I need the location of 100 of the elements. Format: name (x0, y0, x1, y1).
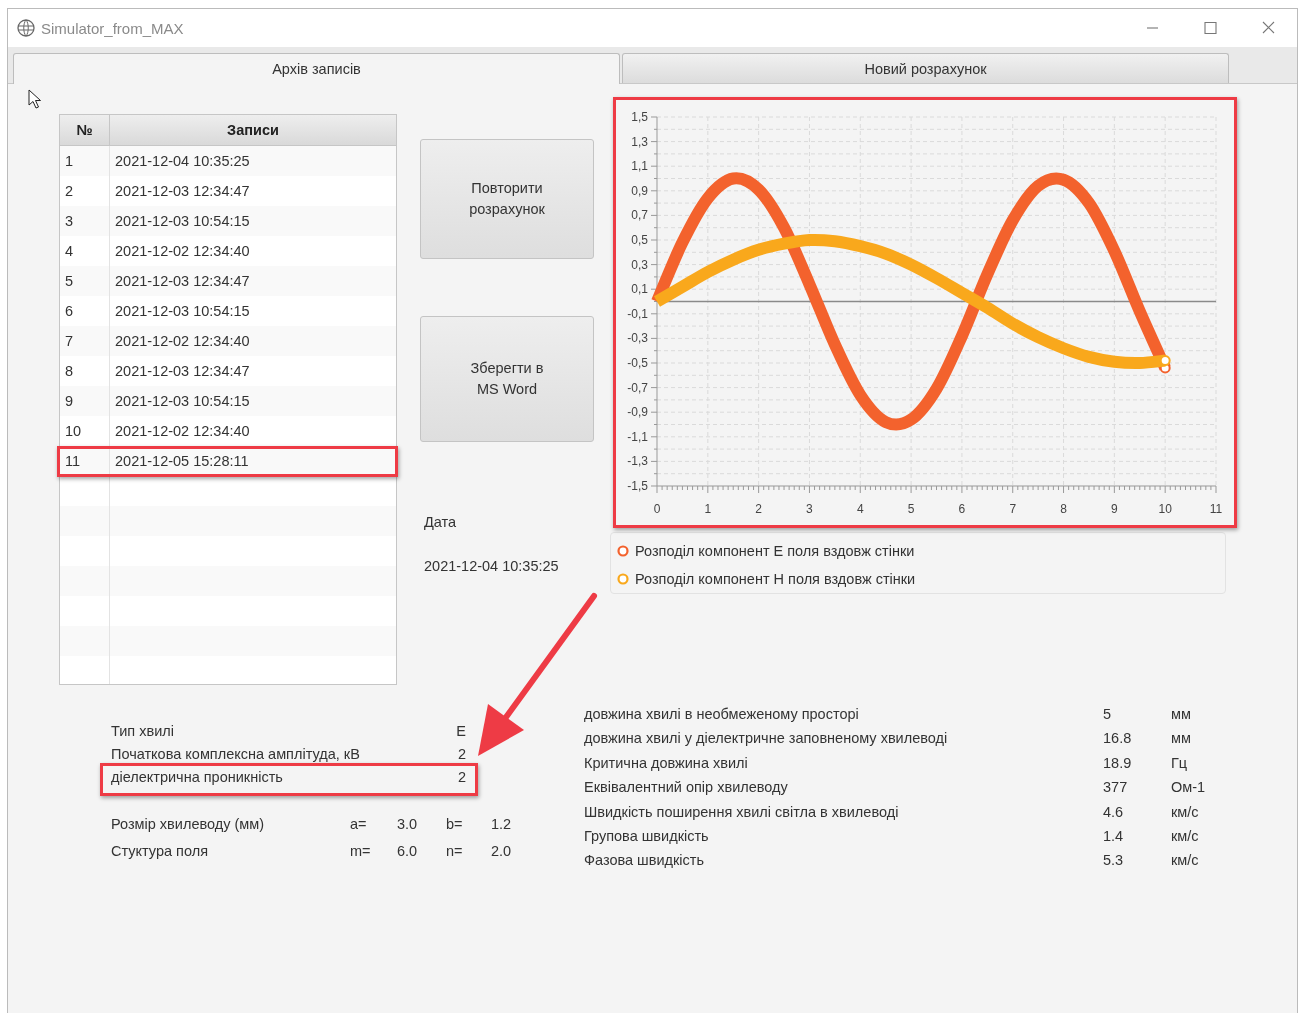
parameter-label: Тип хвилі (111, 722, 174, 741)
tab[interactable]: Архів записів (13, 53, 620, 84)
parameter-value: 1.2 (491, 815, 513, 834)
table-cell: 2021-12-03 10:54:15 (115, 213, 250, 229)
tick-label: 4 (856, 502, 864, 516)
save-button[interactable]: Зберегти в MS Word (420, 316, 594, 442)
table-cell: 2021-12-03 10:54:15 (115, 303, 250, 319)
tick-label: 0,7 (631, 208, 648, 223)
tick-label: 2 (755, 502, 762, 516)
parameter-value: 2 (457, 745, 466, 764)
table-cell: 2021-12-02 12:34:40 (115, 423, 250, 439)
tick-label: -0,1 (627, 306, 648, 321)
parameter-value: 2 (457, 768, 466, 787)
parameter-label: Розмір хвилеводу (мм) (111, 815, 266, 834)
unit-label: Ом-1 (1171, 778, 1206, 798)
result-label: довжина хвилі у діелектричне заповненому хвилеводі (584, 729, 949, 749)
tick-label: 0 (653, 502, 661, 516)
unit-label: мм (1171, 705, 1192, 724)
result-value: 4.6 (1103, 802, 1125, 822)
tick-label: 1,5 (631, 110, 648, 124)
result-value: 5.3 (1103, 851, 1125, 871)
result-label: Групова швидкість (584, 826, 710, 846)
unit-label: км/с (1171, 826, 1200, 846)
legend-label: Розподіл компонент Е поля вздовж стінки (635, 543, 915, 559)
parameter-label: Початкова комплексна амплітуда, кВ (111, 745, 360, 764)
tick-label: -1,3 (627, 454, 648, 469)
column-header[interactable]: № (60, 115, 110, 145)
tick-label: 0,1 (631, 282, 648, 297)
globe-icon (17, 19, 35, 37)
table-cell: 2021-12-03 10:54:15 (115, 393, 250, 409)
unit-label: Гц (1171, 753, 1189, 773)
table-cell: 8 (65, 363, 74, 379)
result-label: Швидкість поширення хвилі світла в хвилеводі (584, 802, 900, 822)
tick-label: 0,3 (631, 257, 648, 272)
tick-label: 0,9 (631, 183, 648, 198)
tick-label: 11 (1209, 502, 1223, 516)
table-cell: 5 (65, 273, 74, 289)
table-cell: 2021-12-02 12:34:40 (115, 333, 250, 349)
result-label: Критична довжина хвилі (584, 753, 749, 773)
table-cell: 4 (65, 243, 74, 259)
parameter-label: Стуктура поля (111, 842, 209, 861)
window-title: Simulator_from_MAX (41, 19, 184, 37)
table-cell: 9 (65, 393, 74, 409)
parameter-label: діелектрична проникність (111, 768, 283, 787)
tick-label: 7 (1009, 502, 1017, 516)
result-value: 377 (1103, 778, 1129, 798)
tick-label: 1 (704, 502, 712, 516)
table-cell: 2021-12-05 15:28:11 (115, 453, 249, 469)
result-value: 1.4 (1103, 826, 1125, 846)
unit-label: км/с (1171, 802, 1200, 822)
tick-label: 8 (1060, 502, 1067, 516)
tab[interactable]: Новий розрахунок (622, 53, 1229, 83)
tick-label: 1,1 (631, 159, 648, 174)
parameter-value: 3.0 (397, 815, 419, 834)
result-label: Еквівалентний опір хвилеводу (584, 778, 789, 798)
tick-label: 0,5 (631, 233, 648, 247)
variable-label: m= (350, 842, 372, 861)
table-cell: 2021-12-04 10:35:25 (115, 153, 250, 169)
table-cell: 1 (65, 153, 74, 169)
result-value: 5 (1103, 705, 1113, 724)
tick-label: 9 (1111, 502, 1118, 516)
cursor-icon (28, 89, 42, 109)
tick-label: 1,3 (631, 134, 648, 149)
result-value: 18.9 (1103, 753, 1133, 773)
table-cell: 10 (65, 423, 82, 439)
result-label: Фазова швидкість (584, 851, 705, 871)
legend-label: Розподіл компонент Н поля вздовж стінки (635, 571, 916, 587)
table-cell: 3 (65, 213, 74, 229)
variable-label: a= (350, 815, 368, 834)
result-label: довжина хвилі в необмеженому просторі (584, 705, 860, 724)
tick-label: -0,3 (627, 331, 648, 346)
repeat-button[interactable]: Повторити розрахунок (420, 139, 594, 259)
table-cell: 2 (65, 183, 74, 199)
table-cell: 6 (65, 303, 74, 319)
table-cell: 2021-12-02 12:34:40 (115, 243, 250, 259)
tick-label: -0,5 (627, 356, 648, 370)
parameter-value: 2.0 (491, 842, 513, 861)
unit-label: км/с (1171, 851, 1200, 871)
table-cell: 2021-12-03 12:34:47 (115, 183, 250, 199)
table-cell: 2021-12-03 12:34:47 (115, 273, 250, 289)
tick-label: 5 (907, 502, 915, 516)
column-header[interactable]: Записи (110, 115, 396, 145)
parameter-value: 6.0 (397, 842, 419, 861)
date-value: 2021-12-04 10:35:25 (423, 558, 560, 574)
variable-label: n= (446, 842, 464, 861)
tick-label: -0,7 (627, 380, 648, 395)
tick-label: -1,5 (627, 479, 648, 493)
variable-label: b= (446, 815, 464, 834)
table-cell: 7 (65, 333, 74, 349)
table-cell: 2021-12-03 12:34:47 (115, 363, 250, 379)
tick-label: 10 (1158, 502, 1172, 516)
tick-label: 6 (958, 502, 966, 516)
table-cell: 11 (65, 453, 81, 469)
tick-label: -1,1 (627, 429, 648, 444)
tick-label: 3 (806, 502, 813, 516)
date-label: Дата (423, 514, 458, 530)
unit-label: мм (1171, 729, 1192, 749)
parameter-value: E (456, 722, 466, 741)
tick-label: -0,9 (627, 405, 648, 420)
result-value: 16.8 (1103, 729, 1133, 749)
